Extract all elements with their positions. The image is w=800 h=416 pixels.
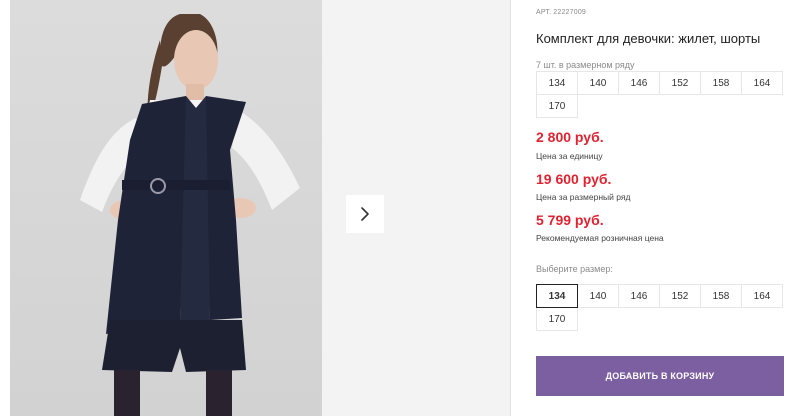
- product-gallery: [10, 0, 510, 416]
- unit-price: 2 800 руб.: [536, 129, 604, 145]
- article-value: 22227009: [553, 9, 587, 16]
- range-size: 164: [741, 71, 783, 95]
- gallery-next-button[interactable]: [346, 195, 384, 233]
- model-illustration: [80, 14, 300, 416]
- chevron-right-icon: [361, 207, 369, 221]
- range-price-label: Цена за размерный ряд: [536, 192, 631, 202]
- select-size-caption: Выберите размер:: [536, 264, 613, 274]
- size-option[interactable]: 158: [700, 284, 742, 308]
- range-price: 19 600 руб.: [536, 171, 612, 187]
- size-option[interactable]: 140: [577, 284, 619, 308]
- range-size: 140: [577, 71, 619, 95]
- retail-price: 5 799 руб.: [536, 212, 604, 228]
- range-size: 170: [536, 94, 578, 118]
- range-size: 146: [618, 71, 660, 95]
- size-option[interactable]: 152: [659, 284, 701, 308]
- divider: [510, 0, 511, 416]
- size-option[interactable]: 170: [536, 307, 578, 331]
- range-size: 158: [700, 71, 742, 95]
- range-caption: 7 шт. в размерном ряду: [536, 60, 635, 70]
- range-sizes: 134 140 146 152 158 164 170: [536, 71, 787, 118]
- unit-price-label: Цена за единицу: [536, 151, 603, 161]
- add-to-cart-button[interactable]: ДОБАВИТЬ В КОРЗИНУ: [536, 356, 784, 396]
- product-page: АРТ. 22227009 Комплект для девочки: жилет…: [0, 0, 800, 416]
- size-selector: 134 140 146 152 158 164 170: [536, 284, 787, 331]
- range-size: 152: [659, 71, 701, 95]
- product-photo[interactable]: [10, 0, 322, 416]
- range-size: 134: [536, 71, 578, 95]
- retail-price-label: Рекомендуемая розничная цена: [536, 233, 664, 243]
- product-title: Комплект для девочки: жилет, шорты: [536, 31, 761, 46]
- article-number: АРТ. 22227009: [536, 9, 586, 16]
- size-option[interactable]: 146: [618, 284, 660, 308]
- size-option-selected[interactable]: 134: [536, 284, 578, 308]
- article-label: АРТ.: [536, 9, 552, 16]
- size-option[interactable]: 164: [741, 284, 783, 308]
